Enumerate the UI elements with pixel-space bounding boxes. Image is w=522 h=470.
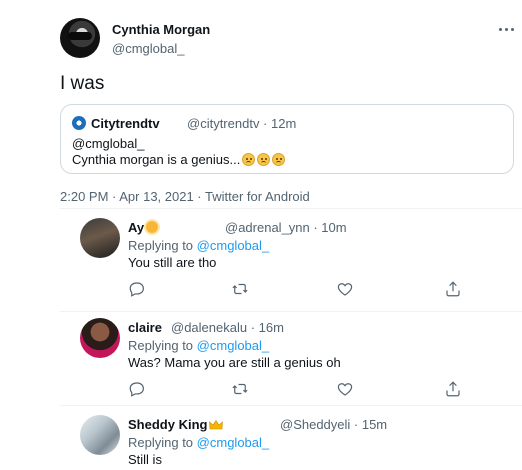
heart-icon[interactable] [336,380,354,398]
replying-prefix: Replying to [128,435,194,450]
reply-avatar[interactable] [80,218,120,258]
pleading-face-emoji-icon [242,153,256,166]
tweet-text: I was [60,73,105,94]
reply-icon[interactable] [128,380,146,398]
quoted-text: Cynthia morgan is a genius... [72,152,286,167]
reply-actions [128,280,468,298]
heart-icon[interactable] [336,280,354,298]
replying-prefix: Replying to [128,238,194,253]
author-handle[interactable]: @cmglobal_ [112,41,184,56]
reply-actions [128,380,468,398]
author-avatar[interactable] [60,18,100,58]
reply-text: You still are tho [128,255,217,270]
reply-item[interactable]: Sheddy King @Sheddyeli · 15m Replying to… [60,415,522,470]
more-options-icon[interactable] [497,22,515,36]
quoted-tweet[interactable]: Citytrendtv @citytrendtv · 12m @cmglobal… [60,104,514,174]
share-icon[interactable] [444,380,462,398]
retweet-icon[interactable] [231,280,249,298]
tweet-thread: Cynthia Morgan @cmglobal_ I was Citytren… [0,0,522,470]
crown-emoji-icon [209,420,224,430]
quoted-author-handle: @citytrendtv · 12m [187,116,297,131]
reply-author-handle: @Sheddyeli · 15m [280,417,388,432]
reply-author-name-text: Sheddy King [128,417,208,432]
replying-to: Replying to @cmglobal_ [128,338,269,353]
reply-text: Was? Mama you are still a genius oh [128,355,341,370]
reply-item[interactable]: Ay @adrenal_ynn · 10m Replying to @cmglo… [60,218,522,312]
reply-icon[interactable] [128,280,146,298]
share-icon[interactable] [444,280,462,298]
reply-item[interactable]: claire @dalenekalu · 16m Replying to @cm… [60,318,522,408]
reply-author-name[interactable]: Ay [128,220,160,235]
replying-to: Replying to @cmglobal_ [128,435,269,450]
reply-author-handle: @adrenal_ynn · 10m [225,220,347,235]
reply-avatar[interactable] [80,415,120,455]
replying-prefix: Replying to [128,338,194,353]
reply-author-name-text: Ay [128,220,145,235]
reply-author-handle: @dalenekalu · 16m [171,320,284,335]
replying-to: Replying to @cmglobal_ [128,238,269,253]
divider [60,405,522,406]
divider [60,311,522,312]
pleading-face-emoji-icon [257,153,271,166]
reply-text: Still is [128,452,162,467]
retweet-icon[interactable] [231,380,249,398]
reply-author-name[interactable]: Sheddy King [128,417,225,432]
quoted-text-body: Cynthia morgan is a genius... [72,152,241,167]
divider [60,208,522,209]
author-display-name[interactable]: Cynthia Morgan [112,22,210,37]
quoted-author-name[interactable]: Citytrendtv [91,116,160,131]
tweet-meta[interactable]: 2:20 PM · Apr 13, 2021 · Twitter for And… [60,189,310,204]
pleading-face-emoji-icon [272,153,286,166]
reply-avatar[interactable] [80,318,120,358]
replying-mention[interactable]: @cmglobal_ [197,238,269,253]
quoted-mention: @cmglobal_ [72,136,145,151]
quoted-author-avatar[interactable] [72,116,86,130]
replying-mention[interactable]: @cmglobal_ [197,435,269,450]
sun-emoji-icon [146,221,159,233]
reply-author-name[interactable]: claire [128,320,162,335]
replying-mention[interactable]: @cmglobal_ [197,338,269,353]
